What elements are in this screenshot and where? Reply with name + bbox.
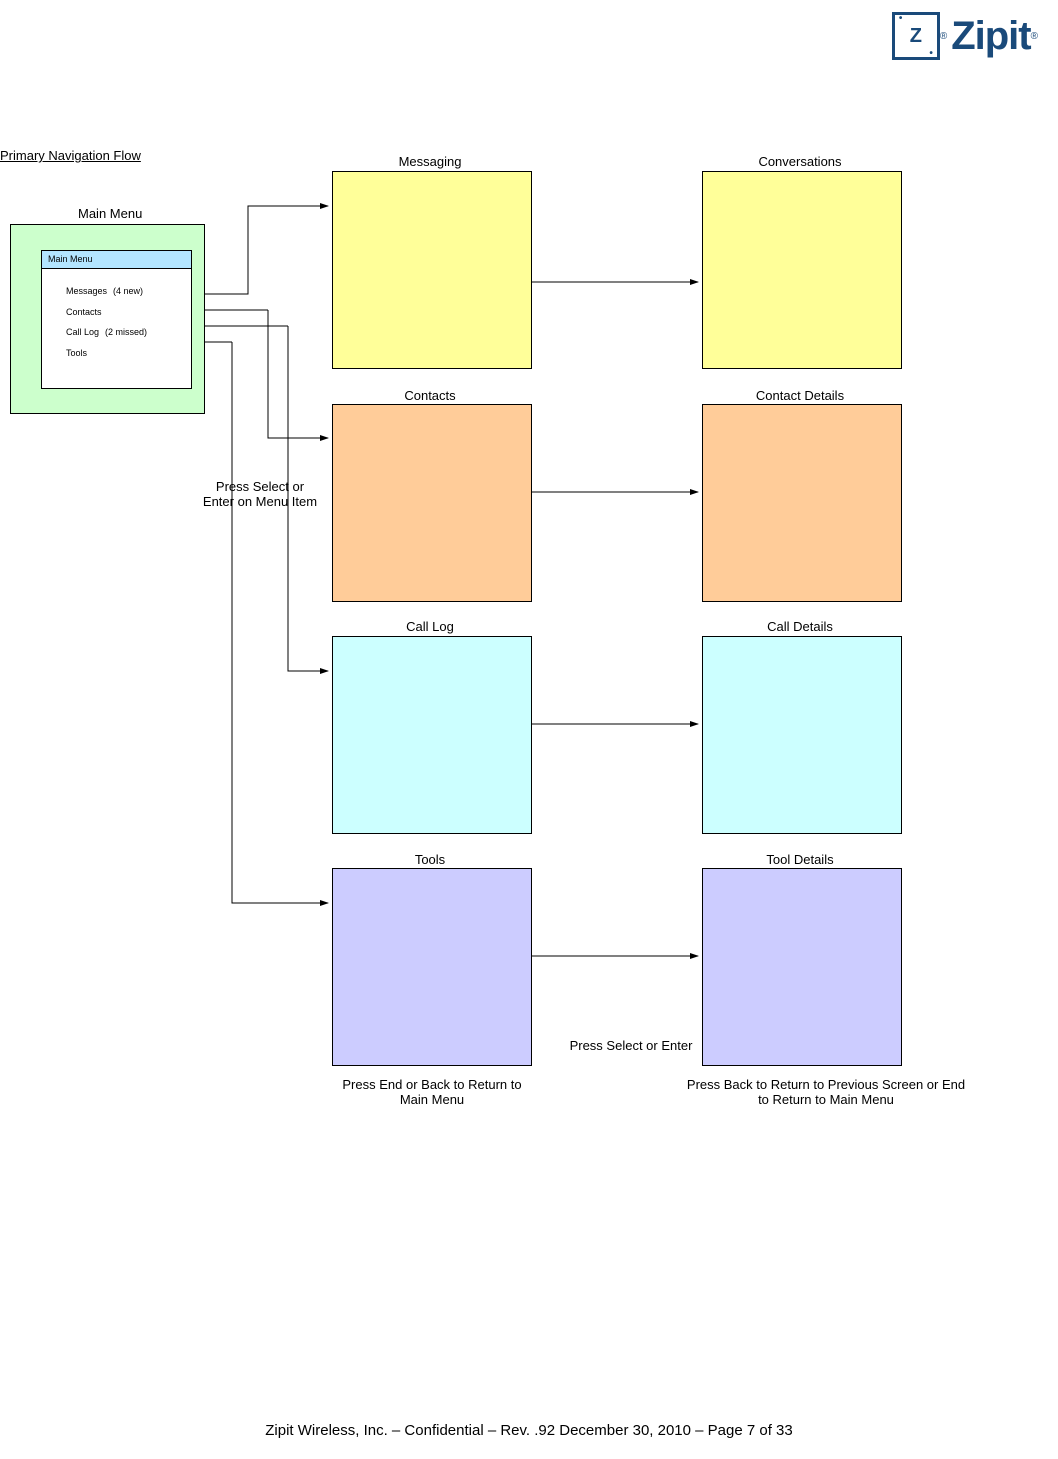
screen-label-conversations: Conversations [700,154,900,169]
main-menu-header: Main Menu [42,251,191,269]
registered-icon: ® [940,31,947,42]
screen-tools [332,868,532,1066]
screen-label-contact-details: Contact Details [700,388,900,403]
screen-label-tool-details: Tool Details [700,852,900,867]
main-menu-list: Messages(4 new) Contacts Call Log(2 miss… [42,269,191,364]
main-menu-title: Main Menu [78,206,142,221]
section-title: Primary Navigation Flow [0,148,141,163]
page: Z ® Zipit ® Primary Navigation Flow Main… [0,0,1058,1459]
caption-back-prev: Press Back to Return to Previous Screen … [686,1077,966,1107]
screen-label-call-details: Call Details [700,619,900,634]
caption-select-enter: Press Select or Enter [556,1038,706,1053]
menu-item-messages: Messages(4 new) [66,281,191,302]
screen-call-log [332,636,532,834]
caption-back-main: Press End or Back to Return to Main Menu [332,1077,532,1107]
menu-item-contacts: Contacts [66,302,191,323]
menu-item-tools: Tools [66,343,191,364]
footer: Zipit Wireless, Inc. – Confidential – Re… [0,1422,1058,1439]
screen-contacts [332,404,532,602]
screen-label-tools: Tools [330,852,530,867]
main-menu-inner: Main Menu Messages(4 new) Contacts Call … [41,250,192,389]
logo-mark-icon: Z [892,12,940,60]
screen-conversations [702,171,902,369]
screen-contact-details [702,404,902,602]
screen-label-call-log: Call Log [330,619,530,634]
screen-messaging [332,171,532,369]
menu-item-call-log: Call Log(2 missed) [66,322,191,343]
screen-tool-details [702,868,902,1066]
logo: Z ® Zipit ® [892,12,1038,60]
logo-text: Zipit [951,14,1030,59]
screen-call-details [702,636,902,834]
screen-label-contacts: Contacts [330,388,530,403]
registered-icon: ® [1031,31,1038,42]
main-menu-box: Main Menu Messages(4 new) Contacts Call … [10,224,205,414]
caption-select-menu: Press Select or Enter on Menu Item [200,479,320,509]
screen-label-messaging: Messaging [330,154,530,169]
